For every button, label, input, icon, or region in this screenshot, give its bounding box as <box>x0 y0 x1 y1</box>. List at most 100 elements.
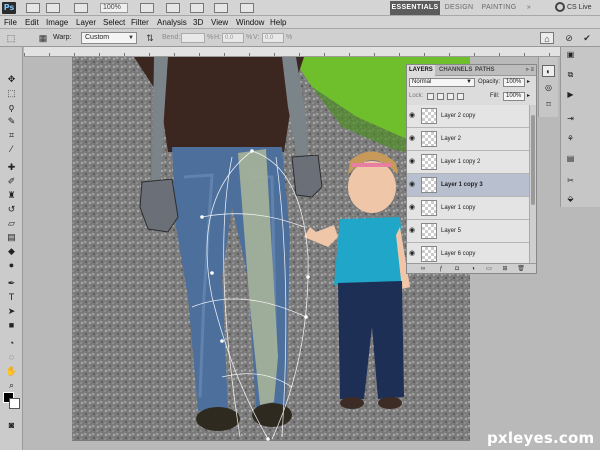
eye-icon[interactable]: ◉ <box>409 158 417 166</box>
history-brush-tool-icon[interactable]: ↺ <box>4 203 19 216</box>
new-layer-icon[interactable]: ⊞ <box>501 265 509 273</box>
lasso-tool-icon[interactable]: ϙ <box>4 101 19 114</box>
tab-paths[interactable]: PATHS <box>473 65 496 76</box>
quick-selection-tool-icon[interactable]: ✎ <box>4 115 19 128</box>
spot-healing-tool-icon[interactable]: ✚ <box>4 161 19 174</box>
actions-panel-icon[interactable]: ▶ <box>564 89 577 101</box>
fill-field[interactable]: 100% <box>503 92 525 101</box>
menu-edit[interactable]: Edit <box>25 16 39 29</box>
eyedropper-tool-icon[interactable]: ⁄ <box>4 143 19 156</box>
history-panel-icon[interactable]: ⧉ <box>564 69 577 81</box>
layer-row[interactable]: ◉ Layer 2 copy <box>407 105 529 128</box>
rotate-view-icon[interactable] <box>190 3 204 13</box>
cs-live-button[interactable]: CS Live <box>555 2 592 14</box>
workspace-essentials[interactable]: ESSENTIALS <box>390 1 440 15</box>
v-field[interactable]: 0.0 <box>262 33 284 43</box>
type-tool-icon[interactable]: T <box>4 291 19 304</box>
layer-row[interactable]: ◉ Layer 1 copy <box>407 197 529 220</box>
menu-3d[interactable]: 3D <box>193 16 203 29</box>
path-selection-tool-icon[interactable]: ➤ <box>4 305 19 318</box>
minibridge-icon[interactable] <box>46 3 60 13</box>
panel-menu-icon[interactable]: » ≡ <box>525 65 534 76</box>
styles-panel-icon[interactable]: ⌑ <box>542 99 555 111</box>
menu-file[interactable]: File <box>4 16 17 29</box>
tab-channels[interactable]: CHANNELS <box>437 65 474 76</box>
layer-row[interactable]: ◉ Layer 5 <box>407 220 529 243</box>
adjustment-layer-icon[interactable]: ◑ <box>469 265 477 273</box>
menu-image[interactable]: Image <box>46 16 68 29</box>
zoom-tool-icon[interactable] <box>166 3 180 13</box>
menu-layer[interactable]: Layer <box>76 16 96 29</box>
layer-row[interactable]: ◉ Layer 2 <box>407 128 529 151</box>
character-panel-icon[interactable]: ▤ <box>564 153 577 165</box>
blur-tool-icon[interactable]: ◆ <box>4 245 19 258</box>
cancel-transform-icon[interactable]: ⊘ <box>562 32 576 44</box>
lock-position-icon[interactable] <box>447 93 454 100</box>
brush-presets-icon[interactable]: ⇥ <box>564 113 577 125</box>
layer-row-selected[interactable]: ◉ Layer 1 copy 3 <box>407 174 529 197</box>
clone-source-icon[interactable]: ⚘ <box>564 133 577 145</box>
layers-scrollbar-thumb[interactable] <box>531 115 535 205</box>
adjustments-panel-icon[interactable]: ◎ <box>542 82 555 94</box>
warp-orientation-icon[interactable]: ⇅ <box>143 32 157 44</box>
toggle-transform-mode-icon[interactable]: ⌂ <box>540 32 554 44</box>
notes-panel-icon[interactable]: ⬙ <box>564 193 577 205</box>
link-layers-icon[interactable]: ∞ <box>419 265 427 273</box>
bridge-icon[interactable] <box>26 3 40 13</box>
lock-transparency-icon[interactable] <box>427 93 434 100</box>
color-panel-icon[interactable]: ◐ <box>542 65 555 77</box>
menu-analysis[interactable]: Analysis <box>157 16 187 29</box>
opacity-field[interactable]: 100% <box>503 78 525 87</box>
menu-view[interactable]: View <box>211 16 228 29</box>
add-mask-icon[interactable]: ◘ <box>453 265 461 273</box>
tab-layers[interactable]: LAYERS <box>407 65 435 76</box>
background-color-swatch[interactable] <box>9 398 20 409</box>
tools-presets-icon[interactable]: ✂ <box>564 175 577 187</box>
menu-filter[interactable]: Filter <box>131 16 149 29</box>
eraser-tool-icon[interactable]: ▱ <box>4 217 19 230</box>
opacity-arrow-icon[interactable]: ▸ <box>527 78 530 87</box>
3d-orbit-tool-icon[interactable]: ◌ <box>4 351 19 364</box>
menu-window[interactable]: Window <box>236 16 264 29</box>
h-field[interactable]: 0.0 <box>222 33 244 43</box>
zoom-tool-icon[interactable]: ⌕ <box>4 379 19 392</box>
lock-all-icon[interactable] <box>457 93 464 100</box>
hand-tool-icon[interactable] <box>140 3 154 13</box>
clone-stamp-tool-icon[interactable]: ♜ <box>4 189 19 202</box>
marquee-tool-icon[interactable]: ⬚ <box>4 87 19 100</box>
layer-style-icon[interactable]: ƒ <box>437 265 445 273</box>
gradient-tool-icon[interactable]: ▤ <box>4 231 19 244</box>
zoom-level-field[interactable]: 100% <box>100 3 128 13</box>
move-tool-icon[interactable]: ✥ <box>4 73 19 86</box>
blend-mode-select[interactable]: Normal ▼ <box>409 78 475 87</box>
menu-select[interactable]: Select <box>103 16 125 29</box>
warp-mesh-icon[interactable]: ▦ <box>36 32 50 44</box>
brush-tool-icon[interactable]: ✐ <box>4 175 19 188</box>
eye-icon[interactable]: ◉ <box>409 250 417 258</box>
layer-row[interactable]: ◉ Layer 1 copy 2 <box>407 151 529 174</box>
eye-icon[interactable]: ◉ <box>409 181 417 189</box>
commit-transform-icon[interactable]: ✔ <box>580 32 594 44</box>
dodge-tool-icon[interactable]: ● <box>4 259 19 272</box>
quick-mask-icon[interactable]: ◙ <box>4 419 19 432</box>
pen-tool-icon[interactable]: ✒ <box>4 277 19 290</box>
layers-scrollbar[interactable] <box>529 105 536 265</box>
transform-tool-icon[interactable]: ⬚ <box>4 32 18 44</box>
screen-mode-icon[interactable] <box>240 3 254 13</box>
eye-icon[interactable]: ◉ <box>409 227 417 235</box>
arrange-documents-icon[interactable] <box>214 3 228 13</box>
shape-tool-icon[interactable]: ■ <box>4 319 19 332</box>
mini-bridge-panel-icon[interactable]: ▣ <box>564 49 577 61</box>
menu-help[interactable]: Help <box>270 16 286 29</box>
new-group-icon[interactable]: ▭ <box>485 265 493 273</box>
more-workspaces-button[interactable]: » <box>524 1 534 15</box>
delete-layer-icon[interactable]: 🗑 <box>517 265 525 273</box>
hand-tool-icon[interactable]: ✋ <box>4 365 19 378</box>
view-extras-icon[interactable] <box>74 3 88 13</box>
lock-pixels-icon[interactable] <box>437 93 444 100</box>
eye-icon[interactable]: ◉ <box>409 204 417 212</box>
layer-row[interactable]: ◉ Layer 6 copy <box>407 243 529 265</box>
crop-tool-icon[interactable]: ⌗ <box>4 129 19 142</box>
eye-icon[interactable]: ◉ <box>409 112 417 120</box>
workspace-design[interactable]: DESIGN <box>443 1 475 15</box>
